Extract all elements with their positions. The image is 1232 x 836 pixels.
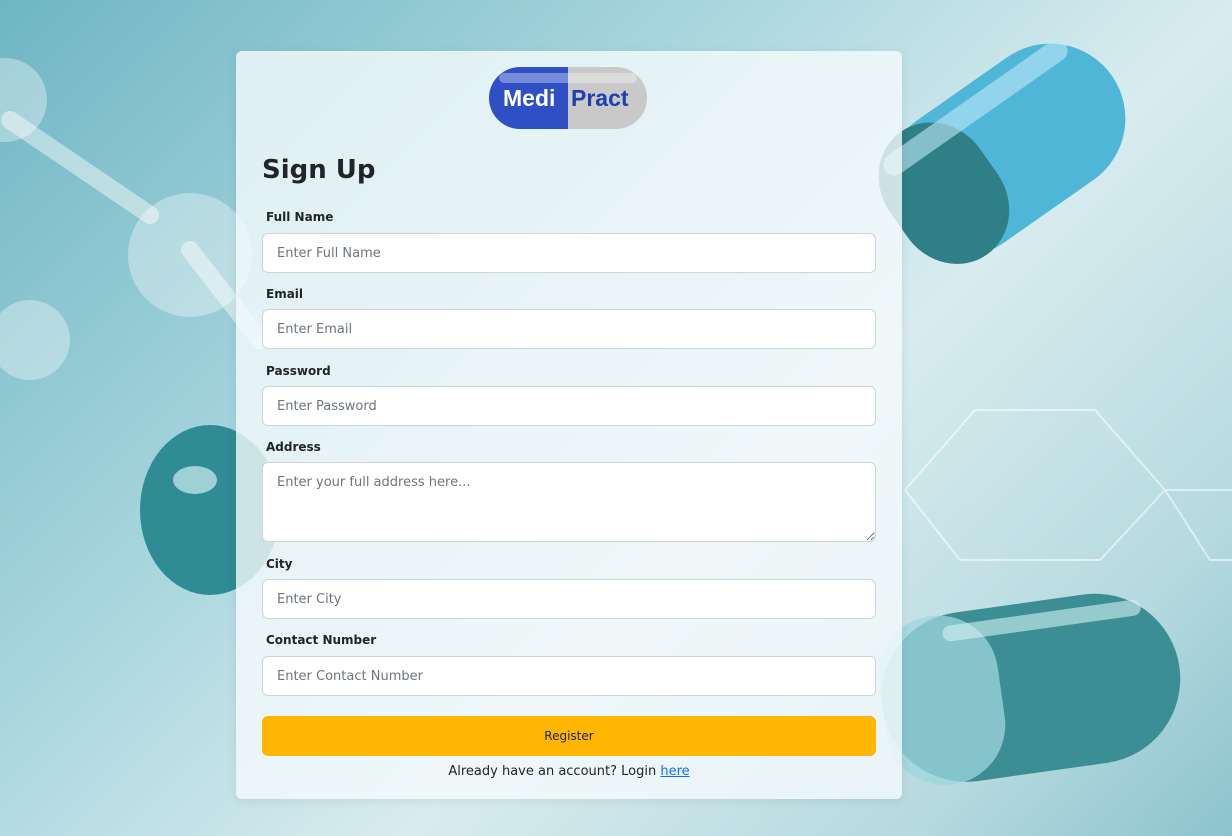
contact-number-input[interactable] xyxy=(262,656,876,696)
login-prompt-text: Already have an account? Login xyxy=(448,764,657,779)
register-button[interactable]: Register xyxy=(262,716,876,756)
password-input[interactable] xyxy=(262,386,876,426)
address-textarea[interactable] xyxy=(262,462,876,542)
login-link[interactable]: here xyxy=(660,764,689,779)
logo-text-left: Medi xyxy=(503,85,555,111)
email-input[interactable] xyxy=(262,309,876,349)
address-label: Address xyxy=(266,440,321,454)
login-prompt: Already have an account? Login here xyxy=(236,764,902,779)
page-title: Sign Up xyxy=(262,155,376,185)
full-name-label: Full Name xyxy=(266,210,334,224)
contact-number-label: Contact Number xyxy=(266,633,377,647)
city-label: City xyxy=(266,557,293,571)
logo-text-right: Pract xyxy=(571,85,629,111)
full-name-input[interactable] xyxy=(262,233,876,273)
signup-card: Medi Pract Sign Up Full Name Email Passw… xyxy=(236,51,902,799)
medipract-logo: Medi Pract xyxy=(489,67,647,129)
password-label: Password xyxy=(266,364,331,378)
email-label: Email xyxy=(266,287,304,301)
city-input[interactable] xyxy=(262,579,876,619)
